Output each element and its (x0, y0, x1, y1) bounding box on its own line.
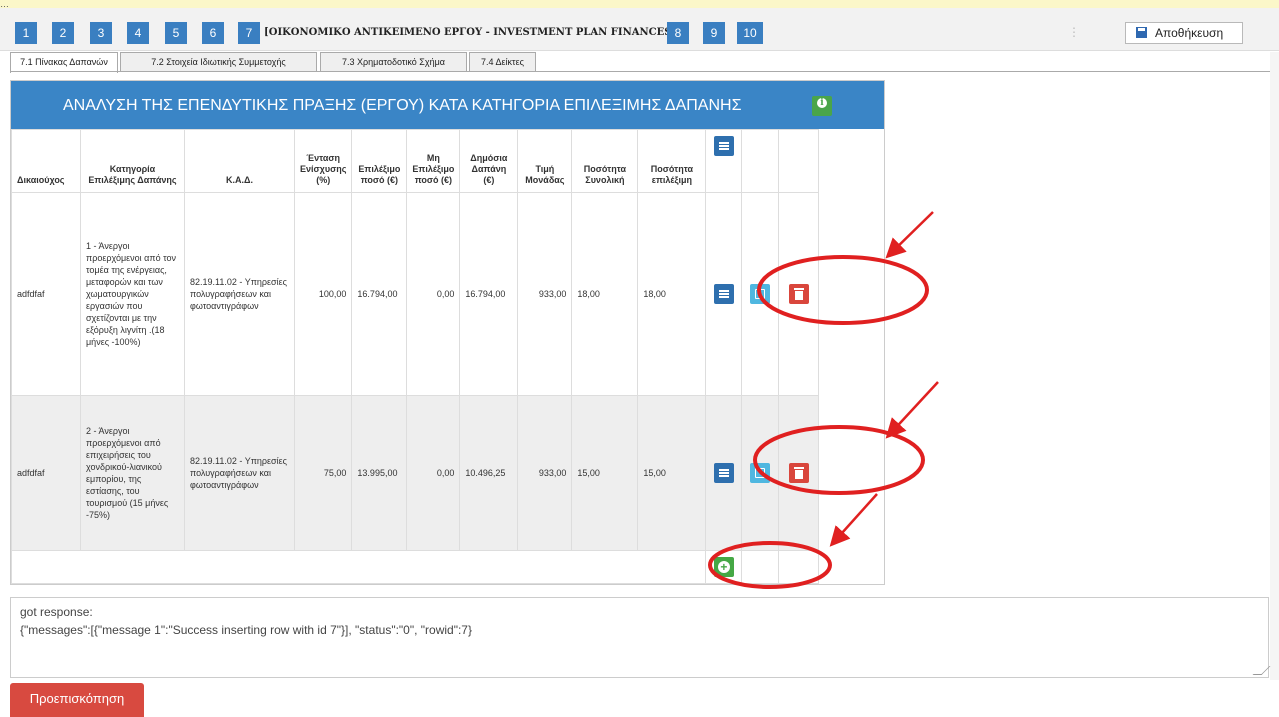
add-row-empty-2 (778, 550, 820, 584)
header-non-eligible-amount: Μη Επιλέξιμο ποσό (€) (406, 129, 461, 193)
table-row: adfdfaf 1 - Άνεργοι προερχόμενοι από τον… (11, 192, 820, 396)
cell-eligible: 16.794,00 (351, 192, 408, 396)
cell-non-eligible: 0,00 (406, 192, 461, 396)
cell-edit (741, 192, 780, 396)
trash-icon[interactable] (788, 463, 809, 483)
cell-category: 2 - Άνεργοι προερχόμενοι από επιχειρήσει… (80, 395, 185, 551)
response-line-2: {"messages":[{"message 1":"Success inser… (20, 623, 472, 637)
step-2-button[interactable]: 2 (52, 22, 74, 44)
header-category: Κατηγορία Επιλέξιμης Δαπάνης (80, 129, 185, 193)
header-empty-1 (741, 129, 780, 193)
step-8-button[interactable]: 8 (667, 22, 689, 44)
cell-delete (778, 395, 820, 551)
header-beneficiary: Δικαιούχος (11, 129, 81, 193)
trash-icon[interactable] (788, 284, 809, 304)
tab-7-2-private-participation[interactable]: 7.2 Στοιχεία Ιδιωτικής Συμμετοχής (120, 52, 317, 71)
page-scrollbar[interactable] (1270, 52, 1279, 680)
add-row-spacer (10, 550, 707, 584)
tab-7-4-indicators[interactable]: 7.4 Δείκτες (469, 52, 536, 71)
arrow-row1 (885, 211, 934, 259)
cell-public: 10.496,25 (459, 395, 519, 551)
cell-qty-eligible: 18,00 (637, 192, 707, 396)
tab-divider (10, 71, 1270, 72)
tab-7-3-financing-scheme[interactable]: 7.3 Χρηματοδοτικό Σχήμα (320, 52, 467, 71)
cell-details (705, 395, 743, 551)
wizard-toolbar: 1 2 3 4 5 6 7 [ΟΙΚΟΝΟΜΙΚΟ ΑΝΤΙΚΕΙΜΕΝΟ ΕΡ… (0, 8, 1279, 51)
preview-button[interactable]: Προεπισκόπηση (10, 683, 144, 717)
cell-beneficiary: adfdfaf (11, 192, 81, 396)
save-button[interactable]: Αποθήκευση (1125, 22, 1243, 44)
section-title: [ΟΙΚΟΝΟΜΙΚΟ ΑΝΤΙΚΕΙΜΕΝΟ ΕΡΓΟΥ - INVESTME… (264, 27, 677, 38)
resize-grip-icon[interactable] (1252, 666, 1271, 675)
top-notice-text: … (0, 0, 9, 8)
step-7-button[interactable]: 7 (238, 22, 260, 44)
cell-kad: 82.19.11.02 - Υπηρεσίες πολυγραφήσεων κα… (184, 192, 295, 396)
cell-beneficiary: adfdfaf (11, 395, 81, 551)
save-button-label: Αποθήκευση (1155, 26, 1224, 40)
toolbar-separator-icon: ⋮ (1068, 25, 1080, 39)
floppy-disk-icon (1136, 27, 1147, 38)
header-public-expenditure: Δημόσια Δαπάνη (€) (459, 129, 519, 193)
response-line-1: got response: (20, 605, 93, 619)
cell-non-eligible: 0,00 (406, 395, 461, 551)
tab-7-1-expenses[interactable]: 7.1 Πίνακας Δαπανών (10, 52, 118, 73)
header-intensity: Ένταση Ενίσχυσης (%) (293, 129, 353, 193)
table-title: ΑΝΑΛΥΣΗ ΤΗΣ ΕΠΕΝΔΥΤΙΚΗΣ ΠΡΑΞΗΣ (ΕΡΓΟΥ) Κ… (63, 97, 742, 114)
step-10-button[interactable]: 10 (737, 22, 763, 44)
expenses-table: Δικαιούχος Κατηγορία Επιλέξιμης Δαπάνης … (10, 129, 820, 584)
response-textarea[interactable]: got response: {"messages":[{"message 1":… (10, 597, 1271, 678)
cell-delete (778, 192, 820, 396)
add-row-icon[interactable] (713, 557, 734, 577)
cell-kad: 82.19.11.02 - Υπηρεσίες πολυγραφήσεων κα… (184, 395, 295, 551)
table-banner: ΑΝΑΛΥΣΗ ΤΗΣ ΕΠΕΝΔΥΤΙΚΗΣ ΠΡΑΞΗΣ (ΕΡΓΟΥ) Κ… (11, 81, 884, 129)
step-6-button[interactable]: 6 (202, 22, 224, 44)
edit-icon[interactable] (750, 463, 771, 483)
cell-category: 1 - Άνεργοι προερχόμενοι από τον τομέα τ… (80, 192, 185, 396)
header-quantity-eligible: Ποσότητα επιλέξιμη (637, 129, 707, 193)
header-unit-price: Τιμή Μονάδας (517, 129, 573, 193)
cell-details (705, 192, 743, 396)
table-row: adfdfaf 2 - Άνεργοι προερχόμενοι από επι… (11, 395, 820, 551)
cell-unit-price: 933,00 (517, 192, 573, 396)
top-notice-strip: … (0, 0, 1279, 8)
add-row (10, 550, 820, 584)
step-4-button[interactable]: 4 (127, 22, 149, 44)
cell-edit (741, 395, 780, 551)
columns-list-icon[interactable] (713, 136, 734, 156)
cell-unit-price: 933,00 (517, 395, 573, 551)
cell-intensity: 100,00 (293, 192, 353, 396)
arrow-row2 (885, 381, 939, 439)
cell-intensity: 75,00 (293, 395, 353, 551)
details-list-icon[interactable] (713, 463, 734, 483)
step-3-button[interactable]: 3 (90, 22, 112, 44)
cell-public: 16.794,00 (459, 192, 519, 396)
edit-icon[interactable] (750, 284, 771, 304)
header-quantity-total: Ποσότητα Συνολική (571, 129, 639, 193)
cell-qty-total: 15,00 (571, 395, 639, 551)
cell-qty-eligible: 15,00 (637, 395, 707, 551)
cell-add (705, 550, 743, 584)
step-1-button[interactable]: 1 (15, 22, 37, 44)
info-icon[interactable] (812, 96, 832, 116)
step-9-button[interactable]: 9 (703, 22, 725, 44)
details-list-icon[interactable] (713, 284, 734, 304)
header-actions (705, 129, 743, 193)
cell-eligible: 13.995,00 (351, 395, 408, 551)
header-eligible-amount: Επιλέξιμο ποσό (€) (351, 129, 408, 193)
cell-qty-total: 18,00 (571, 192, 639, 396)
add-row-empty-1 (741, 550, 780, 584)
step-5-button[interactable]: 5 (165, 22, 187, 44)
header-empty-2 (778, 129, 820, 193)
expenses-panel: ΑΝΑΛΥΣΗ ΤΗΣ ΕΠΕΝΔΥΤΙΚΗΣ ΠΡΑΞΗΣ (ΕΡΓΟΥ) Κ… (10, 80, 885, 585)
header-row: Δικαιούχος Κατηγορία Επιλέξιμης Δαπάνης … (11, 129, 820, 193)
header-kad: Κ.Α.Δ. (184, 129, 295, 193)
